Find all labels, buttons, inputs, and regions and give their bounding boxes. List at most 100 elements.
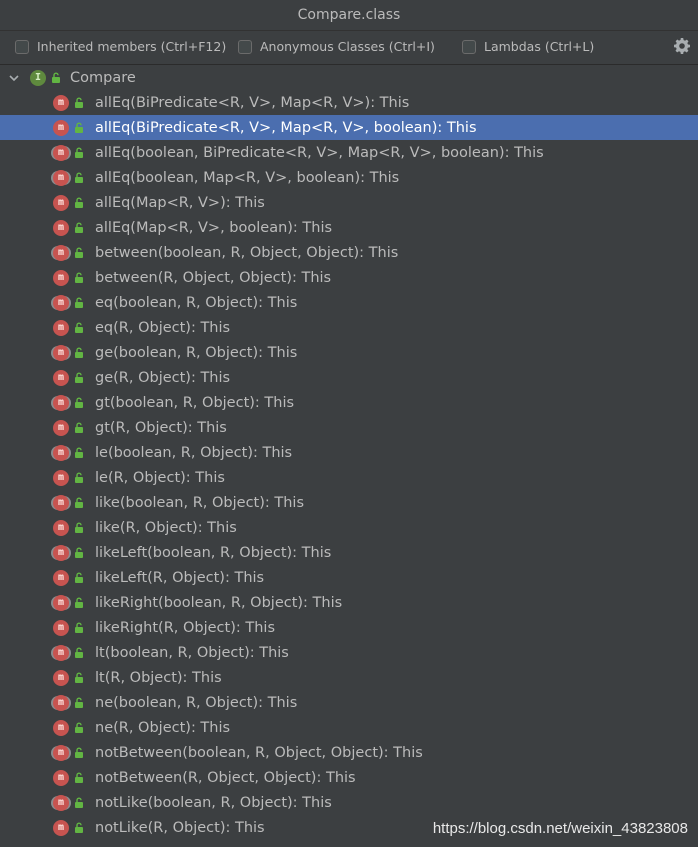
public-lock-icon <box>75 297 83 308</box>
method-label: allEq(boolean, Map<R, V>, boolean): This <box>95 169 400 186</box>
method-icon: m <box>53 444 69 461</box>
public-lock-icon <box>75 97 83 108</box>
method-row[interactable]: m allEq(boolean, BiPredicate<R, V>, Map<R… <box>0 140 698 165</box>
anonymous-classes-checkbox[interactable]: Anonymous Classes (Ctrl+I) <box>238 39 435 54</box>
public-lock-icon <box>75 222 83 233</box>
public-lock-icon <box>75 397 83 408</box>
method-label: eq(boolean, R, Object): This <box>95 294 298 311</box>
method-list: m allEq(BiPredicate<R, V>, Map<R, V>): Th… <box>0 90 698 840</box>
method-row[interactable]: m likeLeft(boolean, R, Object): This <box>0 540 698 565</box>
method-icon: m <box>53 394 69 411</box>
method-label: like(boolean, R, Object): This <box>95 494 305 511</box>
method-row[interactable]: m likeRight(boolean, R, Object): This <box>0 590 698 615</box>
inherited-members-checkbox-box[interactable] <box>15 39 29 54</box>
method-label: allEq(BiPredicate<R, V>, Map<R, V>): Thi… <box>95 94 410 111</box>
chevron-down-icon[interactable] <box>8 72 20 84</box>
method-icon: m <box>53 119 69 136</box>
method-row[interactable]: m likeRight(R, Object): This <box>0 615 698 640</box>
method-label: likeRight(boolean, R, Object): This <box>95 594 343 611</box>
method-icon: m <box>53 769 69 786</box>
public-lock-icon <box>75 122 83 133</box>
method-row[interactable]: m notBetween(boolean, R, Object, Object):… <box>0 740 698 765</box>
public-lock-icon <box>75 197 83 208</box>
window-title-bar: Compare.class <box>0 0 698 31</box>
method-label: notBetween(R, Object, Object): This <box>95 769 356 786</box>
gear-icon[interactable] <box>672 36 692 56</box>
method-row[interactable]: m between(boolean, R, Object, Object): Th… <box>0 240 698 265</box>
method-row[interactable]: m le(R, Object): This <box>0 465 698 490</box>
structure-toolbar: Inherited members (Ctrl+F12) Anonymous C… <box>0 31 698 65</box>
public-lock-icon <box>52 72 60 83</box>
public-lock-icon <box>75 497 83 508</box>
method-row[interactable]: m ge(boolean, R, Object): This <box>0 340 698 365</box>
method-label: ne(R, Object): This <box>95 719 231 736</box>
public-lock-icon <box>75 422 83 433</box>
method-row[interactable]: m notLike(boolean, R, Object): This <box>0 790 698 815</box>
public-lock-icon <box>75 172 83 183</box>
public-lock-icon <box>75 247 83 258</box>
method-row[interactable]: m notBetween(R, Object, Object): This <box>0 765 698 790</box>
method-icon: m <box>53 419 69 436</box>
method-row[interactable]: m likeLeft(R, Object): This <box>0 565 698 590</box>
method-icon: m <box>53 594 69 611</box>
method-row[interactable]: m like(R, Object): This <box>0 515 698 540</box>
lambdas-checkbox[interactable]: Lambdas (Ctrl+L) <box>462 39 594 54</box>
method-icon: m <box>53 569 69 586</box>
method-icon: m <box>53 344 69 361</box>
method-row[interactable]: m allEq(BiPredicate<R, V>, Map<R, V>): Th… <box>0 90 698 115</box>
method-label: ge(boolean, R, Object): This <box>95 344 298 361</box>
method-label: lt(boolean, R, Object): This <box>95 644 289 661</box>
method-label: like(R, Object): This <box>95 519 237 536</box>
method-row[interactable]: m allEq(BiPredicate<R, V>, Map<R, V>, boo… <box>0 115 698 140</box>
method-label: ge(R, Object): This <box>95 369 231 386</box>
method-row[interactable]: m lt(R, Object): This <box>0 665 698 690</box>
method-row[interactable]: m lt(boolean, R, Object): This <box>0 640 698 665</box>
anonymous-classes-label: Anonymous Classes (Ctrl+I) <box>260 39 435 54</box>
method-row[interactable]: m allEq(boolean, Map<R, V>, boolean): Thi… <box>0 165 698 190</box>
method-icon: m <box>53 269 69 286</box>
method-icon: m <box>53 519 69 536</box>
public-lock-icon <box>75 472 83 483</box>
method-label: allEq(BiPredicate<R, V>, Map<R, V>, bool… <box>95 119 477 136</box>
method-label: notLike(boolean, R, Object): This <box>95 794 332 811</box>
method-icon: m <box>53 294 69 311</box>
public-lock-icon <box>75 672 83 683</box>
method-row[interactable]: m eq(boolean, R, Object): This <box>0 290 698 315</box>
method-label: between(boolean, R, Object, Object): Thi… <box>95 244 399 261</box>
tree-root-compare[interactable]: I Compare <box>0 65 698 90</box>
public-lock-icon <box>75 322 83 333</box>
public-lock-icon <box>75 447 83 458</box>
structure-tree[interactable]: I Compare m allEq(BiPredicate<R, V>, Map<… <box>0 65 698 847</box>
method-icon: m <box>53 469 69 486</box>
public-lock-icon <box>75 547 83 558</box>
interface-icon: I <box>30 69 46 86</box>
method-row[interactable]: m allEq(Map<R, V>, boolean): This <box>0 215 698 240</box>
method-icon: m <box>53 94 69 111</box>
method-row[interactable]: m le(boolean, R, Object): This <box>0 440 698 465</box>
public-lock-icon <box>75 797 83 808</box>
window-title: Compare.class <box>297 7 401 23</box>
method-row[interactable]: m ne(R, Object): This <box>0 715 698 740</box>
method-row[interactable]: m like(boolean, R, Object): This <box>0 490 698 515</box>
method-icon: m <box>53 144 69 161</box>
method-icon: m <box>53 544 69 561</box>
method-icon: m <box>53 219 69 236</box>
method-row[interactable]: m allEq(Map<R, V>): This <box>0 190 698 215</box>
method-row[interactable]: m eq(R, Object): This <box>0 315 698 340</box>
method-label: likeRight(R, Object): This <box>95 619 275 636</box>
public-lock-icon <box>75 522 83 533</box>
method-icon: m <box>53 719 69 736</box>
method-row[interactable]: m ne(boolean, R, Object): This <box>0 690 698 715</box>
anonymous-classes-checkbox-box[interactable] <box>238 39 252 54</box>
method-row[interactable]: m ge(R, Object): This <box>0 365 698 390</box>
public-lock-icon <box>75 772 83 783</box>
method-row[interactable]: m gt(boolean, R, Object): This <box>0 390 698 415</box>
inherited-members-checkbox[interactable]: Inherited members (Ctrl+F12) <box>15 39 226 54</box>
lambdas-label: Lambdas (Ctrl+L) <box>484 39 595 54</box>
method-label: between(R, Object, Object): This <box>95 269 332 286</box>
method-row[interactable]: m gt(R, Object): This <box>0 415 698 440</box>
lambdas-checkbox-box[interactable] <box>462 39 476 54</box>
method-icon: m <box>53 819 69 836</box>
method-row[interactable]: m between(R, Object, Object): This <box>0 265 698 290</box>
public-lock-icon <box>75 372 83 383</box>
